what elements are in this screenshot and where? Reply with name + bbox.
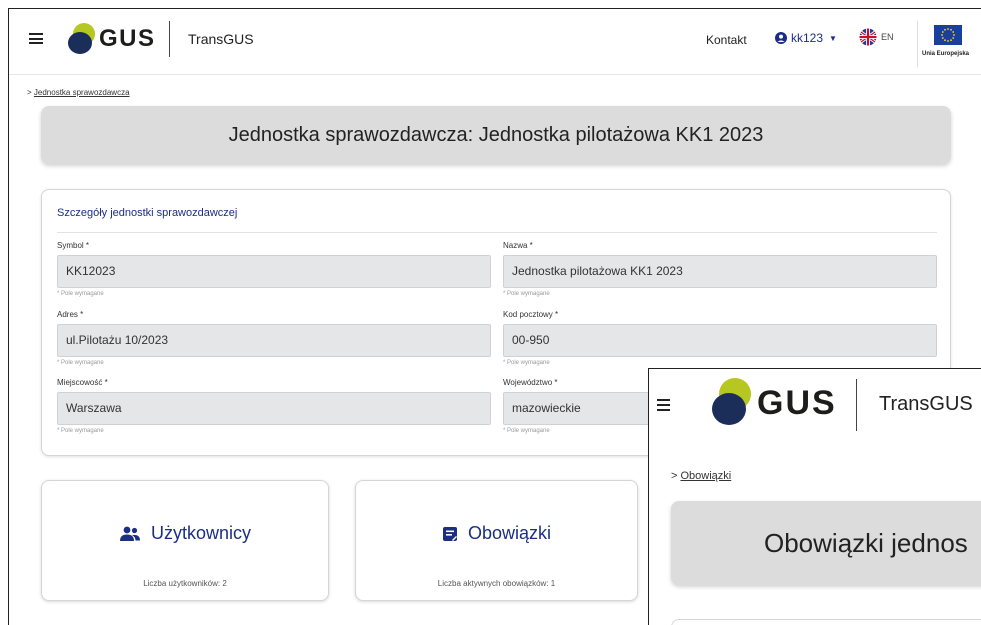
logo-text: GUS (99, 25, 156, 52)
overlay-breadcrumb-link[interactable]: Obowiązki (680, 470, 731, 482)
address-field[interactable]: ul.Pilotażu 10/2023 (57, 324, 491, 357)
eu-label: Unia Europejska (922, 51, 970, 57)
duties-tile-title: Obowiązki (467, 523, 552, 543)
language-switch[interactable]: EN (859, 28, 894, 46)
overlay-app-name: TransGUS (879, 393, 973, 415)
postal-code-field[interactable]: 00-950 (503, 324, 937, 357)
name-field[interactable]: Jednostka pilotażowa KK1 2023 (503, 255, 937, 288)
symbol-field[interactable]: KK12023 (57, 255, 491, 288)
users-tile-header: Użytkownicy (42, 523, 328, 544)
breadcrumb-link[interactable]: Jednostka sprawozdawcza (34, 88, 130, 97)
city-label: Miejscowość * (57, 378, 108, 387)
postal-code-label: Kod pocztowy * (503, 310, 559, 319)
logo-divider (169, 21, 170, 57)
uk-flag-icon (859, 28, 877, 46)
breadcrumb: > Jednostka sprawozdawcza (27, 88, 130, 97)
user-name: kk123 (791, 31, 824, 45)
overlay-hamburger-menu-icon[interactable] (657, 399, 670, 411)
details-divider (57, 232, 937, 233)
address-label: Adres * (57, 310, 84, 319)
address-required-hint: * Pole wymagane (57, 360, 104, 366)
name-required-hint: * Pole wymagane (503, 291, 550, 297)
postal-code-required-hint: * Pole wymagane (503, 360, 550, 366)
page-title: Jednostka sprawozdawcza: Jednostka pilot… (41, 106, 951, 164)
hamburger-menu-icon[interactable] (29, 33, 43, 44)
chevron-down-icon: ▼ (829, 33, 837, 43)
overlay-logo-divider (856, 379, 857, 431)
city-field[interactable]: Warszawa (57, 392, 491, 425)
users-tile[interactable]: Użytkownicy Liczba użytkowników: 2 (41, 480, 329, 601)
eu-flag-icon (934, 25, 962, 45)
voivodeship-required-hint: * Pole wymagane (503, 428, 550, 434)
users-count: Liczba użytkowników: 2 (143, 579, 227, 588)
voivodeship-label: Województwo * (503, 378, 558, 387)
duties-tile-header: Obowiązki (356, 523, 637, 544)
symbol-required-hint: * Pole wymagane (57, 291, 104, 297)
gus-logo[interactable]: GUS (67, 22, 156, 56)
duties-count: Liczba aktywnych obowiązków: 1 (437, 579, 556, 588)
users-tile-title: Użytkownicy (150, 523, 252, 543)
overlay-card (671, 619, 981, 625)
gus-logo-mark-icon (68, 23, 95, 54)
overlay-gus-logo[interactable]: GUS (711, 377, 837, 429)
user-circle-icon (775, 32, 787, 44)
overlay-logo-text: GUS (757, 383, 837, 422)
details-card-title: Szczegóły jednostki sprawozdawczej (57, 207, 238, 219)
language-label: EN (881, 32, 894, 42)
name-label: Nazwa * (503, 241, 533, 250)
eu-logo: Unia Europejska (917, 21, 975, 67)
users-icon (119, 526, 140, 541)
overlay-page-title: Obowiązki jednos (671, 501, 981, 585)
app-name: TransGUS (188, 31, 254, 47)
city-required-hint: * Pole wymagane (57, 428, 104, 434)
top-navbar: GUS TransGUS Kontakt kk123 ▼ EN Unia Eur… (9, 9, 981, 75)
symbol-label: Symbol * (57, 241, 90, 250)
user-menu[interactable]: kk123 ▼ (775, 31, 837, 45)
overlay-window: GUS TransGUS > Obowiązki Obowiązki jedno… (648, 368, 981, 625)
duties-tile[interactable]: Obowiązki Liczba aktywnych obowiązków: 1 (355, 480, 638, 601)
overlay-gus-logo-mark-icon (712, 378, 751, 425)
form-icon (442, 526, 457, 541)
contact-link[interactable]: Kontakt (706, 33, 747, 47)
overlay-breadcrumb: > Obowiązki (671, 470, 732, 482)
